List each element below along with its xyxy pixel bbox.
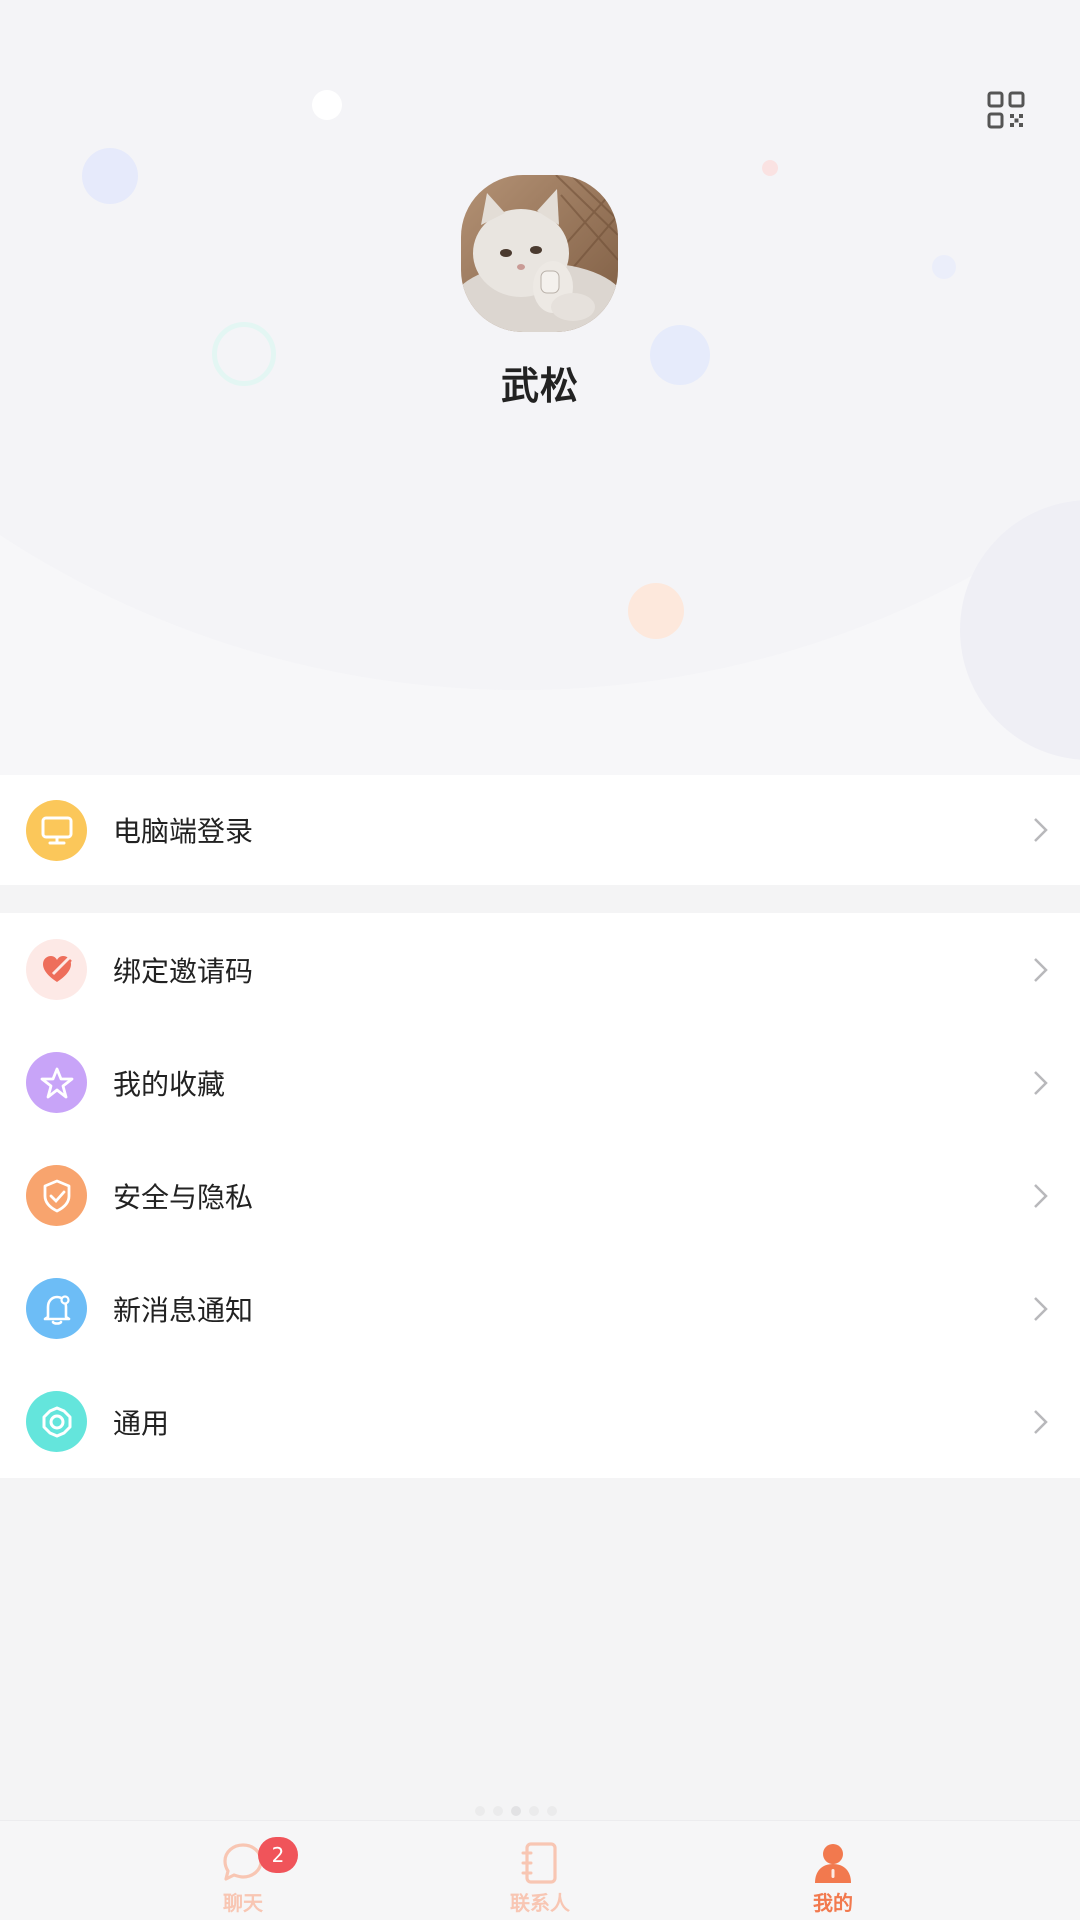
tab-me[interactable]: 我的 (733, 1821, 933, 1920)
tab-label: 聊天 (223, 1891, 263, 1915)
menu-item-label: 通用 (113, 1406, 170, 1440)
decor-bubble (82, 148, 138, 204)
tab-label: 我的 (813, 1891, 853, 1915)
chevron-right-icon (1034, 1183, 1048, 1208)
menu-item-label: 绑定邀请码 (113, 954, 254, 988)
decor-bubble (312, 90, 342, 120)
person-icon (815, 1844, 851, 1883)
decor-bubble (628, 583, 684, 639)
qr-code-icon[interactable] (986, 90, 1026, 130)
profile-header: 武松 (0, 0, 1080, 775)
menu-item-label: 新消息通知 (113, 1293, 254, 1327)
shield-check-icon (26, 1165, 87, 1226)
decor-bubble (762, 160, 778, 176)
menu-item-label: 安全与隐私 (113, 1180, 254, 1214)
tab-label: 联系人 (510, 1891, 570, 1915)
heart-pen-icon (26, 939, 87, 1000)
chevron-right-icon (1034, 1070, 1048, 1095)
bottom-tab-bar: 聊天 2 联系人 我的 (0, 1820, 1080, 1920)
user-name: 武松 (500, 364, 579, 408)
menu-item-favorites[interactable]: 我的收藏 (0, 1026, 1080, 1139)
chevron-right-icon (1034, 1296, 1048, 1321)
gear-icon (26, 1391, 87, 1452)
menu-item-label: 我的收藏 (113, 1067, 226, 1101)
menu-item-invite-code[interactable]: 绑定邀请码 (0, 913, 1080, 1026)
bell-icon (26, 1278, 87, 1339)
chevron-right-icon (1034, 818, 1048, 842)
menu-item-security-privacy[interactable]: 安全与隐私 (0, 1139, 1080, 1252)
star-icon (26, 1052, 87, 1113)
page-indicator (475, 1806, 595, 1818)
menu-item-general[interactable]: 通用 (0, 1365, 1080, 1478)
unread-badge: 2 (258, 1837, 298, 1873)
chevron-right-icon (1034, 957, 1048, 982)
menu-group-settings: 绑定邀请码 我的收藏 安全与隐私 新消息通知 通用 (0, 913, 1080, 1478)
avatar[interactable] (461, 175, 618, 332)
decor-bubble (932, 255, 956, 279)
menu-group-primary: 电脑端登录 (0, 775, 1080, 885)
tab-contacts[interactable]: 联系人 (440, 1821, 640, 1920)
tab-chat[interactable]: 聊天 (143, 1821, 343, 1920)
contacts-book-icon (521, 1842, 557, 1884)
menu-item-label: 电脑端登录 (113, 815, 254, 848)
menu-item-pc-login[interactable]: 电脑端登录 (0, 775, 1080, 885)
profile-screen: 武松 电脑端登录 绑定邀请码 我的收藏 安全与隐私 新消息通知 通用 聊天 2 … (0, 0, 1080, 1920)
monitor-icon (26, 799, 87, 861)
menu-item-notifications[interactable]: 新消息通知 (0, 1252, 1080, 1365)
chevron-right-icon (1034, 1409, 1048, 1434)
